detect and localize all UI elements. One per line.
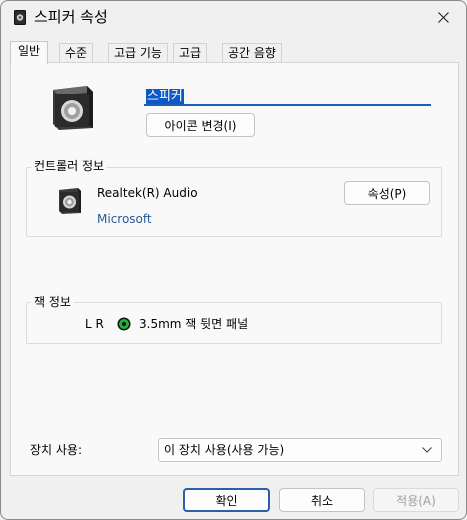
device-usage-label: 장치 사용: bbox=[30, 443, 83, 457]
tab-enhancements[interactable]: 고급 기능 bbox=[108, 43, 168, 63]
cancel-button[interactable]: 취소 bbox=[279, 488, 365, 512]
jack-description: 3.5mm 잭 뒷면 패널 bbox=[139, 317, 249, 331]
close-icon bbox=[437, 11, 449, 23]
controller-properties-button[interactable]: 속성(P) bbox=[344, 181, 430, 205]
tab-general[interactable]: 일반 bbox=[10, 41, 49, 64]
device-usage-value: 이 장치 사용(사용 가능) bbox=[164, 443, 285, 457]
green-jack-icon bbox=[117, 317, 131, 331]
chevron-down-icon bbox=[422, 447, 432, 453]
window-title: 스피커 속성 bbox=[34, 8, 108, 26]
controller-vendor-link[interactable]: Microsoft bbox=[97, 211, 152, 227]
device-name-text: 스피커 bbox=[146, 89, 184, 104]
change-icon-button[interactable]: 아이콘 변경(I) bbox=[146, 113, 255, 137]
device-usage-select[interactable]: 이 장치 사용(사용 가능) bbox=[158, 438, 442, 462]
close-button[interactable] bbox=[420, 1, 466, 33]
device-name-input[interactable]: 스피커 bbox=[144, 84, 431, 106]
jack-channels: L R bbox=[85, 317, 104, 331]
speaker-properties-dialog: 스피커 속성 일반 수준 고급 기능 고급 공간 음향 스피커 아이콘 변경(I… bbox=[0, 0, 467, 520]
speaker-small-icon bbox=[59, 188, 81, 214]
tab-levels[interactable]: 수준 bbox=[59, 43, 94, 63]
apply-button[interactable]: 적용(A) bbox=[373, 488, 459, 512]
speaker-icon bbox=[14, 10, 26, 25]
tab-advanced[interactable]: 고급 bbox=[173, 43, 208, 63]
controller-name: Realtek(R) Audio bbox=[97, 186, 198, 200]
tab-spatial-sound[interactable]: 공간 음향 bbox=[222, 43, 282, 63]
title-bar: 스피커 속성 bbox=[1, 1, 466, 33]
jack-info-title: 잭 정보 bbox=[31, 295, 74, 309]
speaker-large-icon bbox=[53, 86, 93, 130]
ok-button[interactable]: 확인 bbox=[183, 488, 270, 512]
controller-info-title: 컨트롤러 정보 bbox=[31, 159, 108, 173]
